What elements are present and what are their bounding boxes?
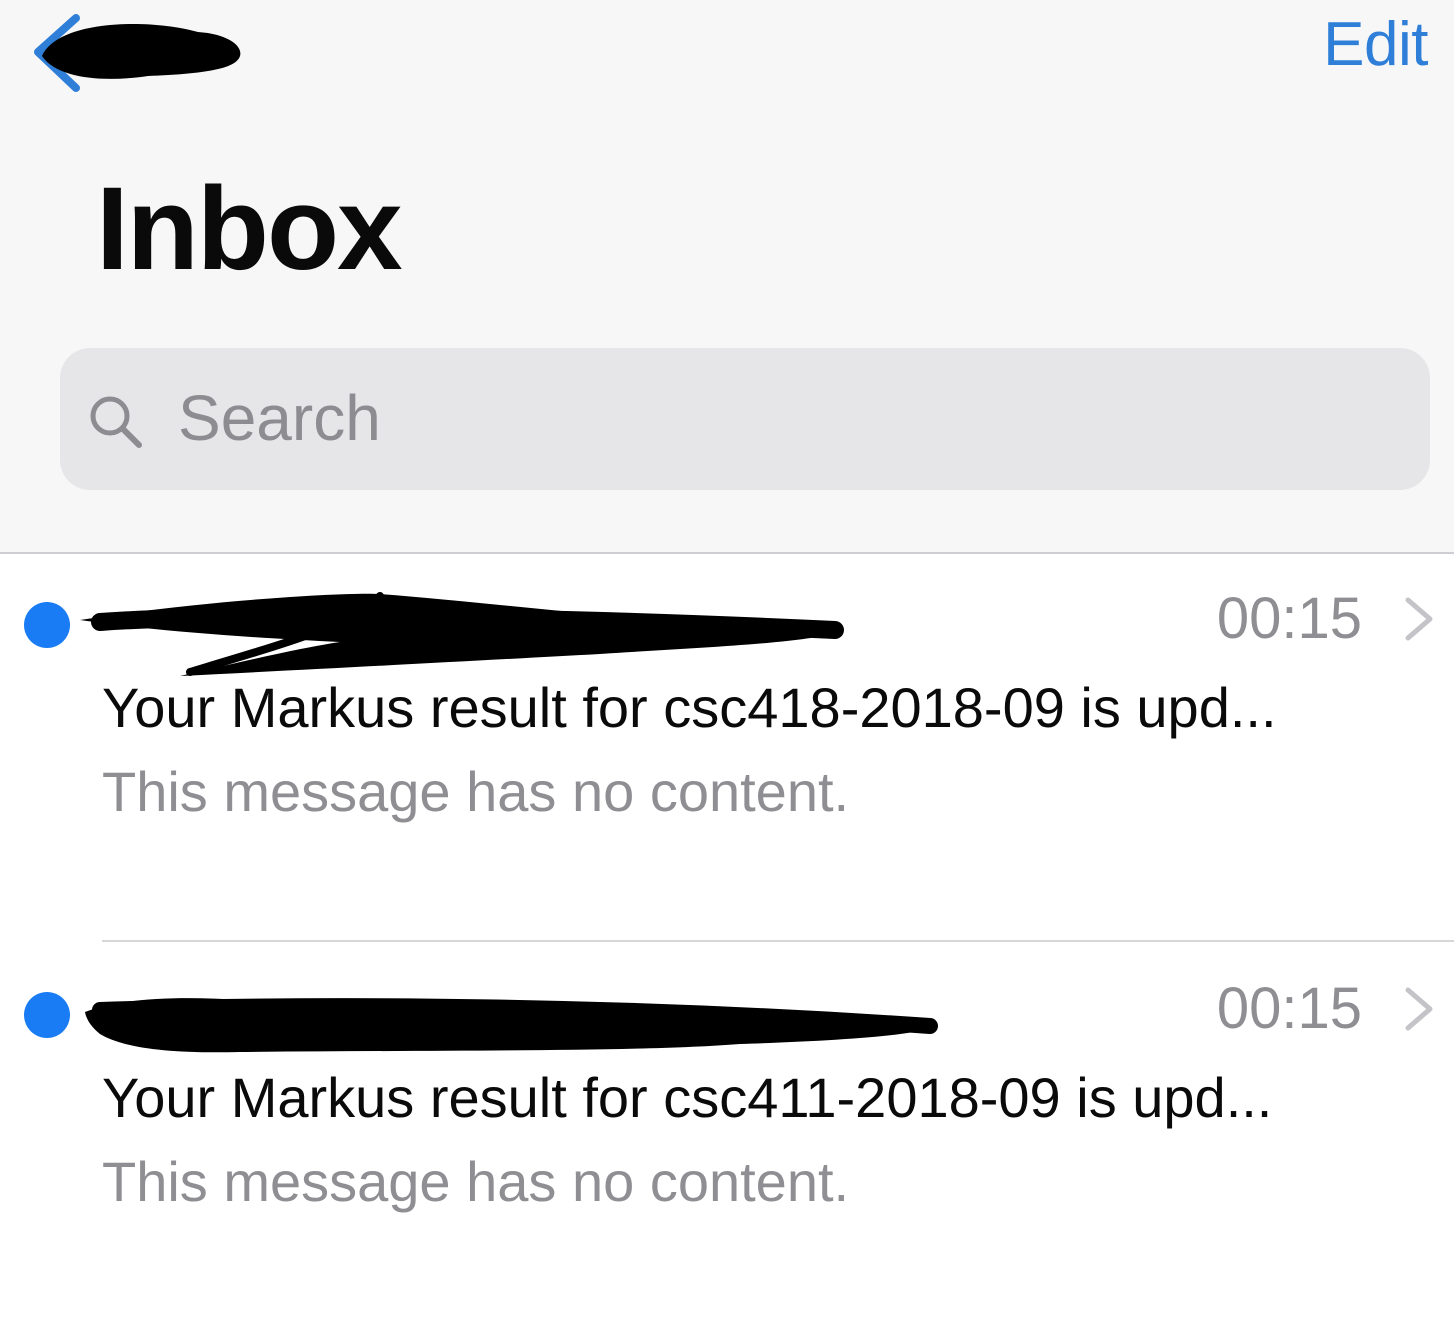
redacted-sender	[80, 592, 844, 676]
search-icon	[90, 396, 142, 448]
back-chevron-icon	[34, 14, 241, 92]
message-preview: This message has no content.	[102, 760, 850, 823]
back-button[interactable]	[28, 10, 248, 100]
page-title: Inbox	[96, 163, 403, 295]
chevron-right-icon	[1405, 597, 1433, 641]
message-time: 00:15	[1216, 586, 1362, 651]
navigation-header: Edit Inbox Search	[0, 0, 1454, 554]
chevron-right-icon	[1405, 987, 1433, 1031]
message-preview: This message has no content.	[102, 1150, 850, 1213]
message-row[interactable]: 00:15 Your Markus result for csc418-2018…	[0, 554, 1454, 944]
message-subject: Your Markus result for csc411-2018-09 is…	[102, 1066, 1273, 1129]
edit-button[interactable]: Edit	[1323, 14, 1428, 76]
row-divider	[102, 940, 1454, 942]
message-time: 00:15	[1216, 976, 1362, 1041]
redacted-sender	[85, 998, 938, 1053]
search-input[interactable]: Search	[178, 386, 381, 450]
message-subject: Your Markus result for csc418-2018-09 is…	[102, 676, 1277, 739]
message-row[interactable]: 00:15 Your Markus result for csc411-2018…	[0, 944, 1454, 1334]
